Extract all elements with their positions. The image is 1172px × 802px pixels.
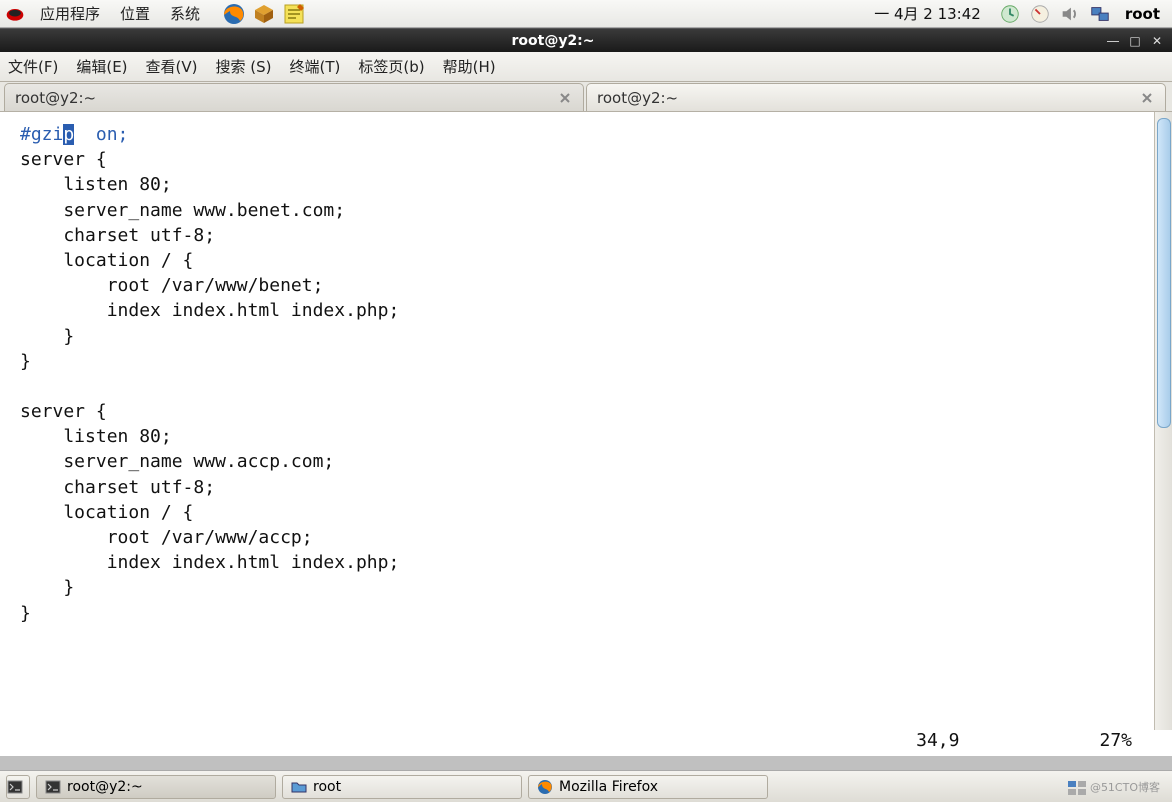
scroll-percent: 27% bbox=[1099, 730, 1132, 756]
close-button[interactable]: ✕ bbox=[1148, 33, 1166, 49]
updates-icon[interactable] bbox=[999, 3, 1021, 25]
workspace-switcher-icon[interactable] bbox=[1068, 781, 1086, 795]
taskbar-label: root@y2:~ bbox=[67, 779, 143, 795]
terminal-area: #gzip on; server { listen 80; server_nam… bbox=[0, 112, 1172, 730]
window-border bbox=[0, 756, 1172, 770]
clock[interactable]: 一 4月 2 13:42 bbox=[864, 3, 991, 24]
maximize-button[interactable]: □ bbox=[1126, 33, 1144, 49]
taskbar-label: root bbox=[313, 779, 341, 795]
window-title: root@y2:~ bbox=[6, 33, 1100, 49]
menu-places[interactable]: 位置 bbox=[110, 0, 160, 27]
terminal-output[interactable]: #gzip on; server { listen 80; server_nam… bbox=[0, 112, 1154, 730]
tab-2[interactable]: root@y2:~ bbox=[586, 83, 1166, 111]
scrollbar[interactable] bbox=[1154, 112, 1172, 730]
volume-icon[interactable] bbox=[1059, 3, 1081, 25]
terminal-icon bbox=[45, 779, 61, 795]
cursor-position: 34,9 bbox=[916, 730, 959, 756]
tab-close-icon[interactable] bbox=[557, 90, 573, 106]
firefox-launcher-icon[interactable] bbox=[222, 2, 246, 26]
terminal-icon bbox=[7, 779, 23, 795]
menu-edit[interactable]: 编辑(E) bbox=[76, 56, 127, 77]
scroll-thumb[interactable] bbox=[1157, 118, 1171, 428]
redhat-logo-icon bbox=[4, 4, 26, 24]
menu-help[interactable]: 帮助(H) bbox=[443, 56, 496, 77]
vim-status-line: 34,9 27% bbox=[0, 730, 1172, 756]
network-icon[interactable] bbox=[1089, 3, 1111, 25]
cpu-monitor-icon[interactable] bbox=[1029, 3, 1051, 25]
tab-close-icon[interactable] bbox=[1139, 90, 1155, 106]
menu-view[interactable]: 查看(V) bbox=[146, 56, 198, 77]
tab-label: root@y2:~ bbox=[15, 89, 96, 107]
menu-applications[interactable]: 应用程序 bbox=[30, 0, 110, 27]
taskbar-firefox[interactable]: Mozilla Firefox bbox=[528, 775, 768, 799]
tab-label: root@y2:~ bbox=[597, 89, 678, 107]
cursor: p bbox=[63, 124, 74, 145]
watermark: @51CTO博客 bbox=[1068, 779, 1166, 795]
menu-tabs[interactable]: 标签页(b) bbox=[358, 56, 424, 77]
taskbar-terminal[interactable]: root@y2:~ bbox=[36, 775, 276, 799]
launcher-icons bbox=[222, 2, 306, 26]
user-menu[interactable]: root bbox=[1119, 5, 1168, 23]
menu-file[interactable]: 文件(F) bbox=[8, 56, 58, 77]
minimize-button[interactable]: ― bbox=[1104, 33, 1122, 49]
gzip-comment-rest: on; bbox=[74, 124, 128, 145]
taskbar: root@y2:~ root Mozilla Firefox @51CTO博客 bbox=[0, 770, 1172, 802]
terminal-body: server { listen 80; server_name www.bene… bbox=[20, 149, 399, 623]
menu-search[interactable]: 搜索 (S) bbox=[216, 56, 272, 77]
firefox-icon bbox=[537, 779, 553, 795]
menu-system[interactable]: 系统 bbox=[160, 0, 210, 27]
taskbar-label: Mozilla Firefox bbox=[559, 779, 658, 795]
package-launcher-icon[interactable] bbox=[252, 2, 276, 26]
system-tray bbox=[991, 3, 1119, 25]
tab-1[interactable]: root@y2:~ bbox=[4, 83, 584, 111]
terminal-tabs: root@y2:~ root@y2:~ bbox=[0, 82, 1172, 112]
notes-launcher-icon[interactable] bbox=[282, 2, 306, 26]
menubar: 文件(F) 编辑(E) 查看(V) 搜索 (S) 终端(T) 标签页(b) 帮助… bbox=[0, 52, 1172, 82]
taskbar-files[interactable]: root bbox=[282, 775, 522, 799]
show-desktop-button[interactable] bbox=[6, 775, 30, 799]
window-titlebar: root@y2:~ ― □ ✕ bbox=[0, 28, 1172, 52]
gzip-comment-prefix: #gzi bbox=[20, 124, 63, 145]
menu-terminal[interactable]: 终端(T) bbox=[290, 56, 341, 77]
folder-icon bbox=[291, 779, 307, 795]
top-panel: 应用程序 位置 系统 一 4月 2 13:42 root bbox=[0, 0, 1172, 28]
